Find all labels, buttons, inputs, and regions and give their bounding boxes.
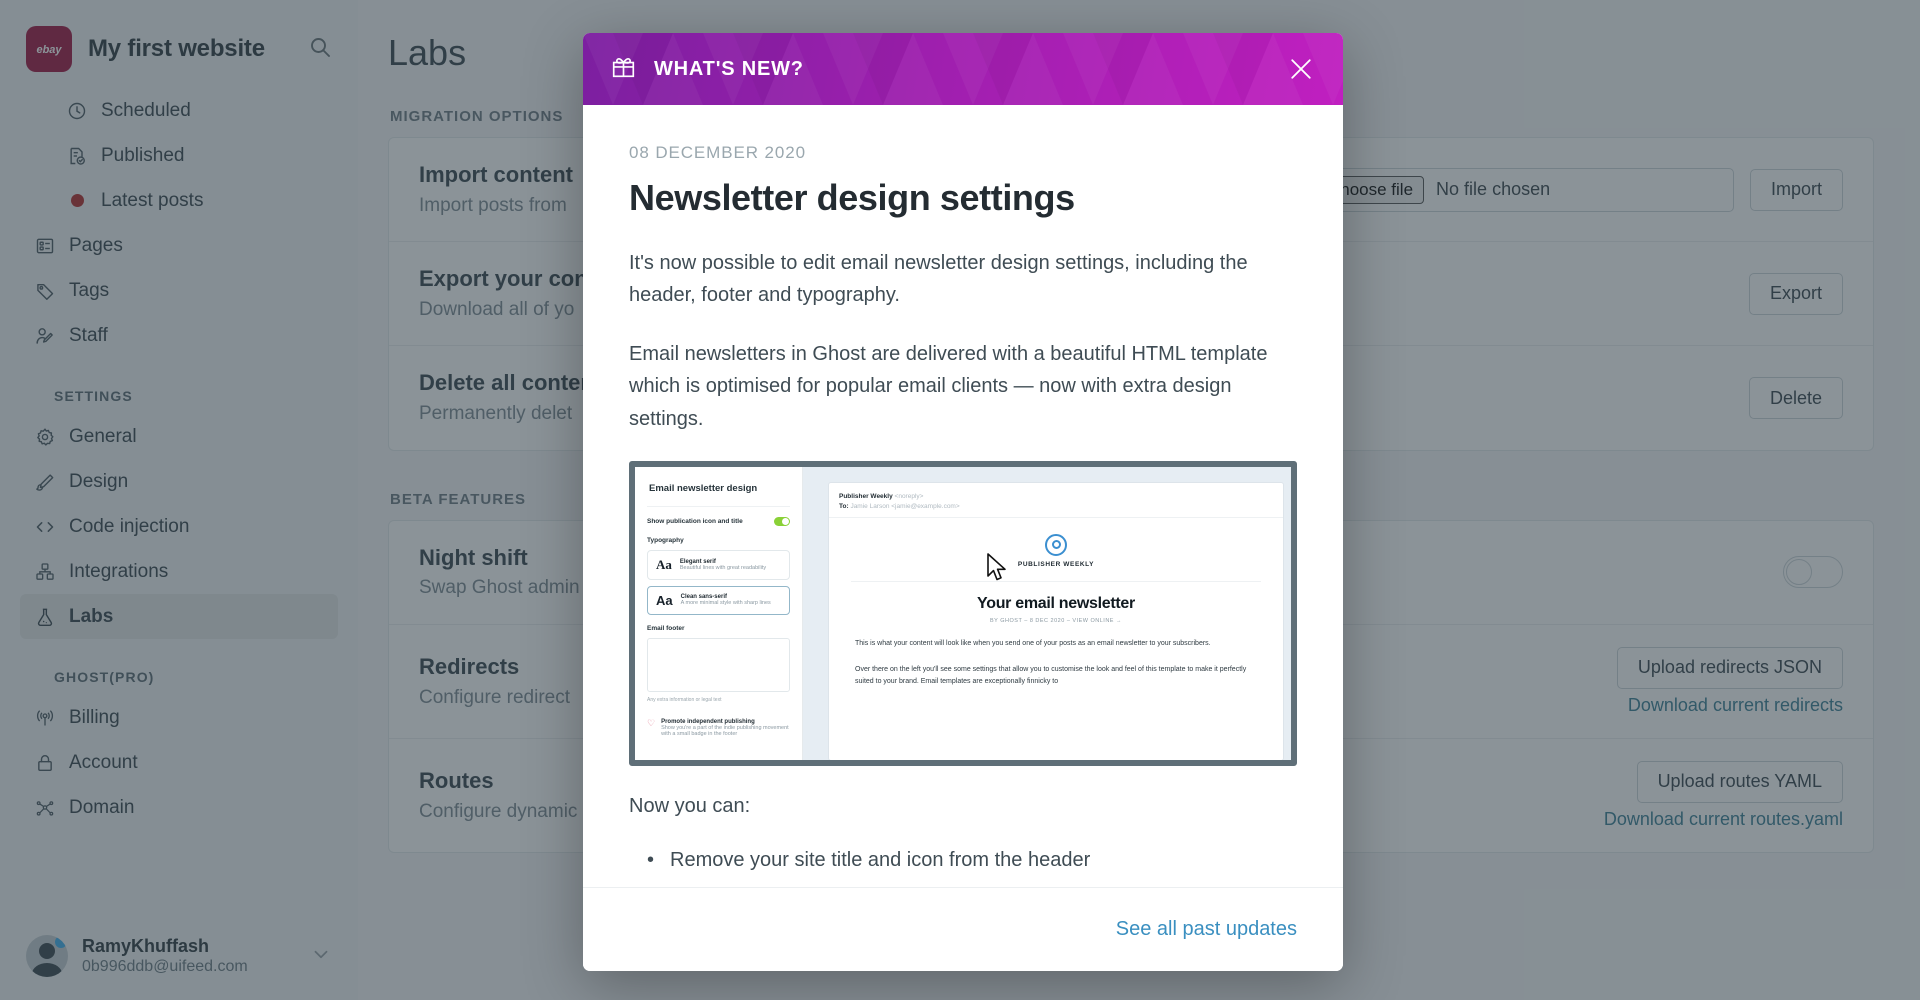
screenshot-footer-textarea	[647, 637, 790, 692]
screenshot-email-preview: Publisher Weekly <noreply> To: Jamie Lar…	[803, 466, 1291, 760]
modal-header: WHAT'S NEW?	[583, 33, 1343, 105]
screenshot-email-header: Publisher Weekly <noreply> To: Jamie Lar…	[829, 483, 1283, 518]
screenshot-aa-sample: Aa	[656, 592, 673, 608]
screenshot-promo-sub: Show you're a part of the indie publishi…	[661, 724, 789, 737]
bullet-icon: •	[647, 849, 655, 872]
update-date: 08 DECEMBER 2020	[629, 143, 806, 162]
update-paragraph-2: Email newsletters in Ghost are delivered…	[629, 342, 1268, 430]
screenshot-from-addr: <noreply>	[894, 492, 924, 500]
screenshot-toggle-label: Show publication icon and title	[647, 517, 743, 525]
screenshot-body-2: Over there on the left you'll see some s…	[855, 666, 1247, 686]
list-item-label: Remove your site title and icon from the…	[670, 849, 1091, 872]
screenshot-option-sub: Beautiful lines with great readability	[679, 564, 767, 571]
heart-icon: ♡	[647, 717, 656, 728]
screenshot-font-option-serif: Aa Elegant serif Beautiful lines with gr…	[647, 549, 790, 580]
screenshot-aa-sample: Aa	[656, 556, 672, 572]
screenshot-footer-hint: Any extra information or legal text	[647, 696, 722, 703]
screenshot-toggle	[774, 516, 790, 526]
modal-body[interactable]: 08 DECEMBER 2020 Newsletter design setti…	[583, 105, 1343, 971]
screenshot-toggle-row: Show publication icon and title	[647, 516, 790, 526]
screenshot-byline: BY GHOST – 8 DEC 2020 – VIEW ONLINE →	[989, 617, 1122, 624]
cursor-pointer-icon	[986, 553, 1008, 588]
update-title: Newsletter design settings	[629, 177, 1075, 218]
whats-new-modal: WHAT'S NEW? 08 DECEMBER 2020 Newsletter …	[583, 33, 1343, 971]
screenshot-footer-label: Email footer	[647, 624, 685, 632]
app-root: ebay My first website Scheduled	[0, 0, 1920, 1000]
now-you-can-text: Now you can:	[629, 794, 751, 817]
modal-footer: See all past updates	[583, 887, 1343, 971]
screenshot-brand: PUBLISHER WEEKLY	[1017, 560, 1095, 568]
gift-icon	[611, 54, 636, 84]
screenshot-option-sub: A more minimal style with sharp lines	[680, 600, 771, 607]
update-screenshot: Email newsletter design Show publication…	[629, 460, 1297, 766]
modal-title: WHAT'S NEW?	[654, 57, 804, 80]
screenshot-promo-row: ♡ Promote independent publishing Show yo…	[647, 717, 790, 737]
screenshot-headline: Your email newsletter	[977, 594, 1135, 612]
screenshot-typography-label: Typography	[647, 536, 684, 544]
screenshot-to-addr: Jamie Larson <jamie@example.com>	[850, 502, 960, 510]
close-icon[interactable]	[1287, 55, 1315, 83]
see-all-past-updates-link[interactable]: See all past updates	[1116, 918, 1297, 941]
list-item: • Remove your site title and icon from t…	[629, 844, 1297, 876]
screenshot-settings-panel: Email newsletter design Show publication…	[635, 466, 803, 760]
screenshot-body-1: This is what your content will look like…	[855, 639, 1211, 647]
screenshot-panel-title: Email newsletter design	[647, 477, 790, 507]
screenshot-from-name: Publisher Weekly	[839, 492, 893, 500]
update-paragraph-1: It's now possible to edit email newslett…	[629, 252, 1248, 307]
screenshot-publication-logo-icon	[1045, 533, 1067, 556]
screenshot-to-label: To:	[839, 502, 849, 510]
screenshot-font-option-sans: Aa Clean sans-serif A more minimal style…	[647, 585, 790, 615]
